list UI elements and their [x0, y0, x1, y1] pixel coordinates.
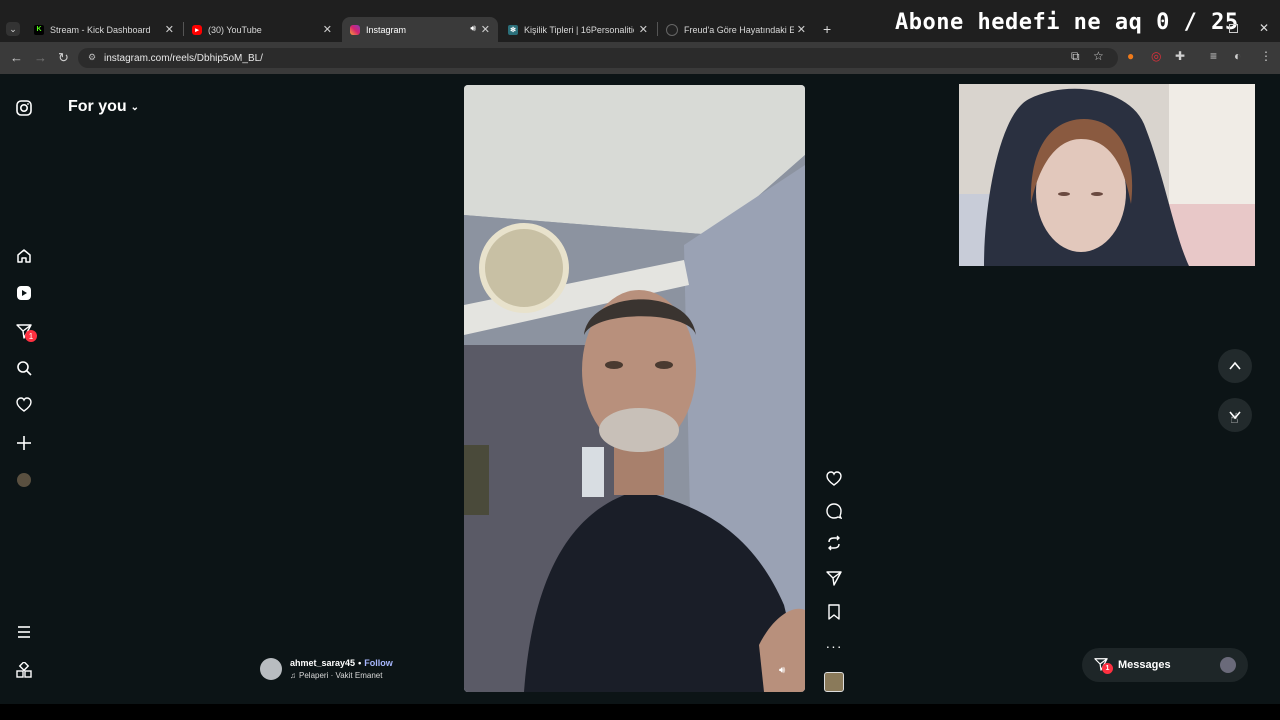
music-note-icon: ♫ [290, 671, 296, 680]
back-icon[interactable]: ← [10, 50, 23, 65]
search-icon[interactable] [14, 358, 34, 378]
streamer-webcam-overlay [959, 84, 1255, 266]
tab-label: Instagram [366, 24, 407, 35]
notification-badge: 1 [25, 330, 37, 342]
tab-instagram[interactable]: Instagram 🔊︎ ✕ [342, 17, 498, 42]
tab-search-button[interactable]: ⌄ [6, 22, 20, 36]
comment-icon[interactable] [824, 501, 844, 521]
close-icon[interactable]: ✕ [165, 23, 174, 36]
instagram-logo-icon[interactable] [14, 98, 34, 118]
install-app-icon[interactable]: ⧉ [1071, 49, 1080, 64]
reload-icon[interactable]: ↻ [58, 50, 69, 66]
tab-youtube[interactable]: ▸ (30) YouTube ✕ [184, 17, 340, 42]
like-heart-icon[interactable] [824, 469, 844, 489]
reel-video[interactable]: 🔊︎ [464, 85, 805, 692]
tab-label: Kişilik Tipleri | 16Personalities [524, 24, 634, 35]
youtube-icon: ▸ [192, 24, 202, 35]
tab-16personalities[interactable]: ✻ Kişilik Tipleri | 16Personalities ✕ [500, 17, 656, 42]
direct-messages-icon: 1 [1094, 657, 1113, 674]
audio-playing-icon[interactable]: 🔊︎ [470, 23, 476, 34]
previous-reel-button[interactable] [1218, 349, 1252, 383]
page-icon [666, 23, 678, 36]
messages-label: Messages [1118, 659, 1171, 671]
home-icon[interactable] [14, 246, 34, 266]
browser-menu-icon[interactable]: ⋮ [1260, 49, 1272, 63]
close-icon[interactable]: ✕ [323, 23, 332, 36]
author-username[interactable]: ahmet_saray45 [290, 658, 355, 668]
chevron-down-icon: ⌄ [130, 101, 140, 113]
tab-freud[interactable]: Freud'a Göre Hayatındaki Eksik ✕ [658, 17, 814, 42]
close-icon[interactable]: ✕ [481, 23, 490, 36]
extension-red-icon[interactable]: ◎ [1151, 49, 1161, 63]
audio-thumbnail[interactable] [824, 672, 844, 692]
repost-icon[interactable] [824, 533, 844, 553]
more-options-icon[interactable]: ··· [824, 636, 844, 656]
chevron-up-icon [1229, 361, 1241, 370]
reel-video-frame [464, 85, 805, 692]
new-tab-button[interactable]: + [823, 21, 831, 37]
kick-icon: K [34, 24, 44, 35]
author-text: ahmet_saray45 • Follow ♫ Pelaperi · Vaki… [290, 658, 393, 680]
extension-orange-icon[interactable]: ● [1127, 49, 1134, 63]
messages-badge: 1 [1102, 663, 1113, 674]
bookmark-star-icon[interactable]: ☆ [1093, 49, 1104, 63]
media-controls-icon[interactable]: ≡ [1210, 49, 1217, 63]
extensions-puzzle-icon[interactable]: ✚ [1175, 49, 1185, 63]
author-avatar[interactable] [260, 658, 282, 680]
webcam-frame [959, 84, 1255, 266]
instagram-icon [350, 24, 360, 35]
screen-bottom-strip [0, 704, 1280, 720]
messages-button[interactable]: 1 Messages [1082, 648, 1248, 682]
also-from-meta-icon[interactable] [14, 660, 34, 680]
feed-selector[interactable]: For you ⌄ [68, 98, 139, 116]
close-window-icon[interactable]: ✕ [1259, 21, 1269, 35]
save-bookmark-icon[interactable] [824, 602, 844, 622]
reels-icon[interactable] [14, 283, 34, 303]
create-plus-icon[interactable] [14, 433, 34, 453]
message-contact-avatar [1220, 657, 1236, 673]
url-text: instagram.com/reels/Dbhip5oM_BL/ [104, 52, 263, 64]
more-menu-icon[interactable] [14, 622, 34, 642]
close-icon[interactable]: ✕ [639, 23, 648, 36]
tab-label: Freud'a Göre Hayatındaki Eksik [684, 24, 794, 35]
tab-kick[interactable]: K Stream - Kick Dashboard ✕ [26, 17, 182, 42]
reel-audio-label[interactable]: Pelaperi · Vakit Emanet [299, 671, 382, 680]
notifications-heart-icon[interactable] [14, 395, 34, 415]
mouse-cursor-icon: ☝︎ [1230, 410, 1239, 426]
volume-icon[interactable]: 🔊︎ [779, 665, 785, 676]
reel-author: ahmet_saray45 • Follow ♫ Pelaperi · Vaki… [260, 658, 393, 680]
share-icon[interactable] [824, 568, 844, 588]
profile-icon[interactable]: ◐ [1234, 49, 1241, 63]
restore-window-icon[interactable] [1229, 24, 1238, 33]
url-bar[interactable]: ⚙︎ instagram.com/reels/Dbhip5oM_BL/ [78, 48, 1118, 68]
subscriber-goal-overlay: Abone hedefi ne aq 0 / 25 [895, 10, 1239, 35]
separator-dot: • [358, 658, 362, 668]
close-icon[interactable]: ✕ [797, 23, 806, 36]
profile-avatar-icon[interactable] [14, 470, 34, 490]
tab-label: Stream - Kick Dashboard [50, 24, 151, 35]
personalities-icon: ✻ [508, 24, 518, 35]
tab-label: (30) YouTube [208, 24, 262, 35]
forward-icon[interactable]: → [34, 50, 47, 65]
follow-button[interactable]: Follow [364, 658, 393, 668]
feed-title: For you [68, 98, 127, 115]
site-info-icon[interactable]: ⚙︎ [88, 52, 96, 63]
